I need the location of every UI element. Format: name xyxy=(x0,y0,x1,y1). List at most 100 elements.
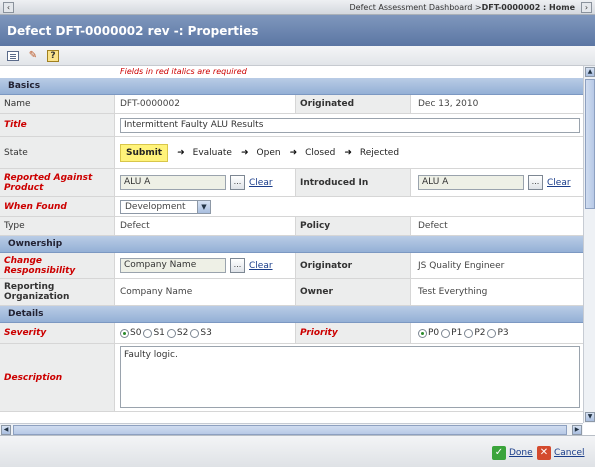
state-open: Open xyxy=(256,147,281,158)
scroll-thumb[interactable] xyxy=(585,79,595,209)
row-name: Name DFT-0000002 Originated Dec 13, 2010 xyxy=(0,95,583,114)
introduced-in-field[interactable]: ALU A xyxy=(418,175,524,190)
row-type: Type Defect Policy Defect xyxy=(0,217,583,236)
scroll-up-icon[interactable]: ▲ xyxy=(585,67,595,77)
arrow-icon: ➜ xyxy=(240,147,249,158)
radio-icon xyxy=(143,328,153,338)
toolbar: ✎ ? xyxy=(0,46,595,66)
type-label: Type xyxy=(0,217,115,235)
priority-option-p1[interactable]: P1 xyxy=(441,328,462,338)
row-description: Description Faulty logic. xyxy=(0,344,583,412)
owner-value: Test Everything xyxy=(418,287,488,297)
description-textarea[interactable]: Faulty logic. xyxy=(120,346,580,408)
arrow-icon: ➜ xyxy=(344,147,352,158)
originator-value: JS Quality Engineer xyxy=(418,260,505,271)
priority-label: Priority xyxy=(295,323,411,343)
change-responsibility-field[interactable]: Company Name xyxy=(120,258,226,273)
row-title: Title Intermittent Faulty ALU Results xyxy=(0,114,583,137)
change-responsibility-clear-link[interactable]: Clear xyxy=(249,261,273,271)
page-title: Defect DFT-0000002 rev -: Properties xyxy=(7,24,259,38)
edit-attributes-button[interactable]: ✎ xyxy=(26,49,40,63)
nav-left-icon[interactable]: ‹ xyxy=(3,2,14,13)
severity-option-s1[interactable]: S1 xyxy=(143,328,165,338)
row-state: State Submit ➜ Evaluate ➜ Open ➜ Closed … xyxy=(0,137,583,169)
priority-option-p2[interactable]: P2 xyxy=(464,328,485,338)
state-rejected: Rejected xyxy=(359,147,400,158)
severity-option-s0[interactable]: S0 xyxy=(120,328,141,338)
row-change-responsibility: Change Responsibility Company Name ... C… xyxy=(0,253,583,279)
description-label: Description xyxy=(0,344,115,411)
edit-attributes-icon: ✎ xyxy=(28,50,38,61)
introduced-in-browse-button[interactable]: ... xyxy=(528,175,543,190)
page-header: Defect DFT-0000002 rev -: Properties xyxy=(0,15,595,46)
horizontal-scrollbar[interactable]: ◀ ▶ xyxy=(0,423,583,435)
scroll-thumb-horizontal[interactable] xyxy=(13,425,567,435)
when-found-select[interactable]: Development ▼ xyxy=(120,199,211,214)
severity-label: Severity xyxy=(0,323,115,343)
nav-right-icon[interactable]: › xyxy=(581,2,592,13)
breadcrumb-parent[interactable]: Defect Assessment Dashboard xyxy=(350,3,473,12)
when-found-value: Development xyxy=(125,201,186,212)
section-details: Details xyxy=(0,306,583,323)
breadcrumb-current: DFT-0000002 : Home xyxy=(481,3,575,12)
help-button[interactable]: ? xyxy=(46,49,60,63)
reporting-org-value: Company Name xyxy=(120,287,193,297)
row-reporting-org: Reporting Organization Company Name Owne… xyxy=(0,279,583,306)
originated-value: Dec 13, 2010 xyxy=(418,99,479,109)
radio-selected-icon xyxy=(120,328,129,338)
severity-option-s2[interactable]: S2 xyxy=(166,328,188,338)
policy-label: Policy xyxy=(295,217,411,235)
state-label: State xyxy=(0,137,115,168)
arrow-icon: ➜ xyxy=(177,147,185,158)
radio-icon xyxy=(464,328,474,338)
done-label[interactable]: Done xyxy=(509,448,533,458)
edit-details-button[interactable] xyxy=(6,49,20,63)
owner-label: Owner xyxy=(295,279,411,305)
originated-label: Originated xyxy=(295,95,411,113)
radio-selected-icon xyxy=(418,328,427,338)
row-severity-priority: Severity S0 S1 S2 S3 Priority P0 P1 P2 P… xyxy=(0,323,583,344)
footer: ✓ Done ✕ Cancel xyxy=(0,435,595,467)
done-button[interactable]: ✓ Done xyxy=(492,446,533,460)
title-input[interactable]: Intermittent Faulty ALU Results xyxy=(120,117,580,133)
policy-value: Defect xyxy=(418,221,448,231)
vertical-scrollbar[interactable]: ▲ ▼ xyxy=(583,66,595,423)
name-value: DFT-0000002 xyxy=(120,99,180,109)
state-flow: Submit ➜ Evaluate ➜ Open ➜ Closed ➜ Reje… xyxy=(120,137,408,168)
close-icon: ✕ xyxy=(537,446,551,460)
when-found-label: When Found xyxy=(0,197,115,216)
chevron-down-icon: ▼ xyxy=(197,200,210,213)
properties-form: Fields in red italics are required Basic… xyxy=(0,66,583,423)
cancel-button[interactable]: ✕ Cancel xyxy=(537,446,585,460)
radio-icon xyxy=(166,328,176,338)
cancel-label[interactable]: Cancel xyxy=(554,448,585,458)
severity-option-s3[interactable]: S3 xyxy=(190,328,212,338)
introduced-in-clear-link[interactable]: Clear xyxy=(547,178,571,188)
scroll-left-icon[interactable]: ◀ xyxy=(1,425,11,435)
priority-option-p0[interactable]: P0 xyxy=(418,328,439,338)
scroll-right-icon[interactable]: ▶ xyxy=(572,425,582,435)
reported-against-field[interactable]: ALU A xyxy=(120,175,226,190)
originator-label: Originator xyxy=(295,253,411,278)
arrow-icon: ➜ xyxy=(289,147,298,158)
radio-icon xyxy=(487,328,497,338)
priority-option-p3[interactable]: P3 xyxy=(487,328,509,338)
breadcrumb: Defect Assessment Dashboard >DFT-0000002… xyxy=(350,3,576,12)
required-fields-note: Fields in red italics are required xyxy=(120,67,247,76)
reported-against-label: Reported Against Product xyxy=(0,169,115,196)
section-ownership: Ownership xyxy=(0,236,583,253)
scroll-down-icon[interactable]: ▼ xyxy=(585,412,595,422)
breadcrumb-separator: > xyxy=(474,3,482,12)
edit-details-icon xyxy=(7,51,19,61)
introduced-in-label: Introduced In xyxy=(295,169,411,196)
section-basics: Basics xyxy=(0,78,583,95)
reporting-org-label: Reporting Organization xyxy=(0,279,115,305)
reported-against-browse-button[interactable]: ... xyxy=(230,175,245,190)
change-responsibility-browse-button[interactable]: ... xyxy=(230,258,245,273)
help-icon: ? xyxy=(47,50,59,62)
priority-radio-group: P0 P1 P2 P3 xyxy=(418,323,511,343)
reported-against-clear-link[interactable]: Clear xyxy=(249,178,273,188)
breadcrumb-bar: ‹ Defect Assessment Dashboard >DFT-00000… xyxy=(0,0,595,15)
state-closed: Closed xyxy=(305,147,336,158)
radio-icon xyxy=(441,328,451,338)
